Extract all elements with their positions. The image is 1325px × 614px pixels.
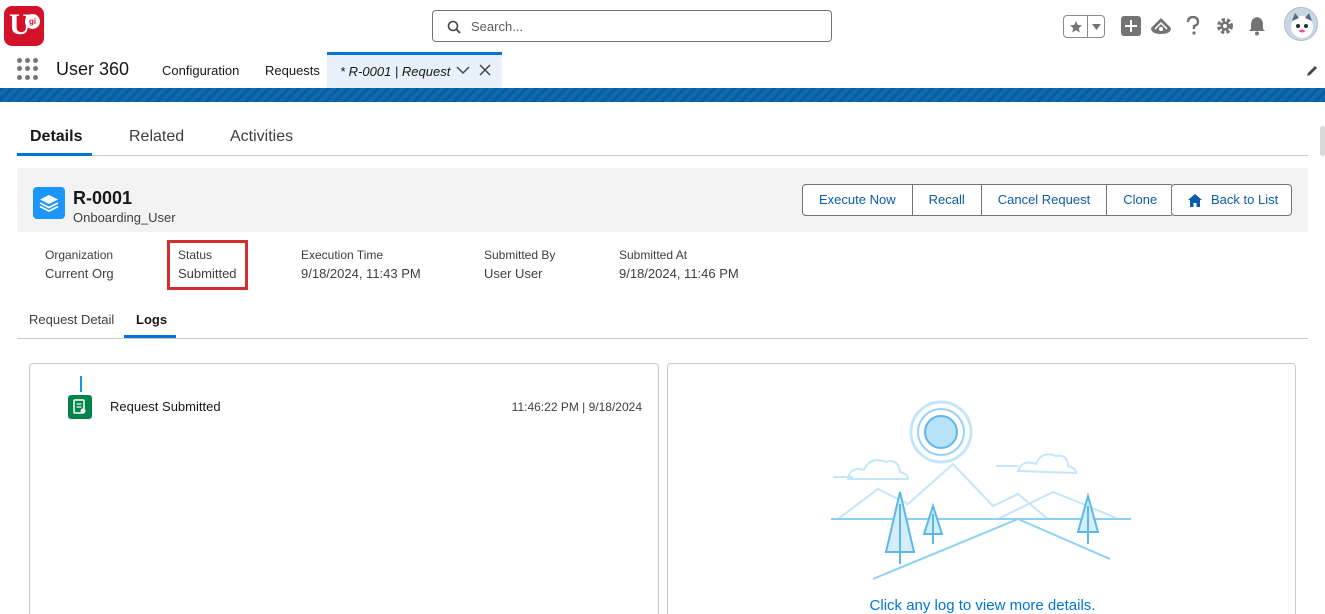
nav-tab-r-0001[interactable]: * R-0001 | Request — [327, 52, 502, 88]
home-icon — [1188, 194, 1202, 207]
record-title: R-0001 — [73, 188, 133, 208]
close-icon[interactable] — [479, 64, 491, 76]
field-label: Execution Time — [301, 248, 384, 262]
app-nav-bar: User 360 Configuration Requests * R-0001… — [0, 52, 1325, 88]
tab-details[interactable]: Details — [30, 128, 82, 146]
brand-band — [0, 88, 1325, 102]
subtab-request-detail[interactable]: Request Detail — [29, 312, 114, 327]
field-execution-time: Execution Time 9/18/2024, 11:43 PM — [301, 248, 421, 281]
record-layers-icon — [33, 187, 65, 219]
logs-list-panel: Request Submitted 11:46:22 PM | 9/18/202… — [29, 363, 659, 614]
app-name: User 360 — [56, 59, 130, 79]
field-submitted-by: Submitted By User User — [484, 248, 555, 281]
record-actions: Execute Now Recall Cancel Request Clone — [802, 184, 1175, 216]
status-highlight-box — [167, 240, 248, 290]
logo-badge: gi — [25, 14, 40, 29]
settings-gear-icon[interactable] — [1214, 15, 1236, 37]
request-subtabs: Request Detail Logs — [17, 306, 1308, 339]
favorites-dropdown-icon[interactable] — [1088, 16, 1104, 37]
global-search[interactable] — [432, 10, 832, 42]
log-entry-title[interactable]: Request Submitted — [110, 399, 221, 414]
log-entry-time: 11:46:22 PM | 9/18/2024 — [511, 400, 642, 414]
empty-state-message[interactable]: Click any log to view more details. — [668, 597, 1297, 614]
cancel-request-button[interactable]: Cancel Request — [982, 185, 1108, 215]
field-label: Organization — [45, 248, 114, 262]
tab-activities[interactable]: Activities — [230, 128, 293, 146]
timeline-line — [80, 376, 82, 392]
active-subtab-indicator — [124, 335, 176, 338]
field-label: Submitted At — [619, 248, 688, 262]
record-header: R-0001 Onboarding_User Execute Now Recal… — [17, 168, 1308, 232]
notifications-bell-icon[interactable] — [1246, 15, 1268, 37]
log-document-icon — [68, 395, 92, 419]
field-value: User User — [484, 266, 543, 281]
app-launcher-icon[interactable] — [17, 58, 39, 80]
help-icon[interactable] — [1182, 15, 1204, 37]
field-submitted-at: Submitted At 9/18/2024, 11:46 PM — [619, 248, 739, 281]
tab-related[interactable]: Related — [129, 128, 184, 146]
search-icon — [447, 20, 461, 34]
field-value: 9/18/2024, 11:43 PM — [301, 266, 421, 281]
back-to-list-button[interactable]: Back to List — [1171, 184, 1292, 216]
app-logo[interactable]: U gi — [4, 6, 44, 46]
field-label: Submitted By — [484, 248, 556, 262]
edit-nav-pencil-icon[interactable] — [1305, 64, 1319, 78]
clone-button[interactable]: Clone — [1107, 185, 1173, 215]
field-value: 9/18/2024, 11:46 PM — [619, 266, 739, 281]
record-subtitle: Onboarding_User — [73, 210, 176, 225]
field-organization: Organization Current Org — [45, 248, 114, 281]
global-actions-icon[interactable] — [1120, 15, 1142, 37]
nav-tab-label: * R-0001 | Request — [340, 64, 451, 79]
search-input[interactable] — [471, 16, 821, 36]
nav-item-requests[interactable]: Requests — [265, 63, 320, 78]
log-detail-panel: Click any log to view more details. — [667, 363, 1296, 614]
favorite-star-icon[interactable] — [1064, 16, 1089, 37]
subtab-logs[interactable]: Logs — [136, 312, 167, 327]
active-tab-indicator — [17, 153, 92, 156]
empty-state-mountains-icon — [831, 400, 1131, 580]
scrollbar[interactable] — [1320, 126, 1325, 156]
global-header: U gi — [0, 0, 1325, 52]
favorites-group[interactable] — [1063, 15, 1105, 38]
back-to-list-label: Back to List — [1211, 192, 1279, 207]
execute-now-button[interactable]: Execute Now — [803, 185, 913, 215]
chevron-down-icon[interactable] — [456, 65, 470, 75]
record-tabs: Details Related Activities — [17, 123, 1308, 156]
nav-item-configuration[interactable]: Configuration — [162, 63, 239, 78]
field-value: Current Org — [45, 266, 114, 281]
trailhead-icon[interactable] — [1150, 15, 1172, 37]
recall-button[interactable]: Recall — [913, 185, 982, 215]
user-avatar[interactable] — [1284, 7, 1318, 41]
